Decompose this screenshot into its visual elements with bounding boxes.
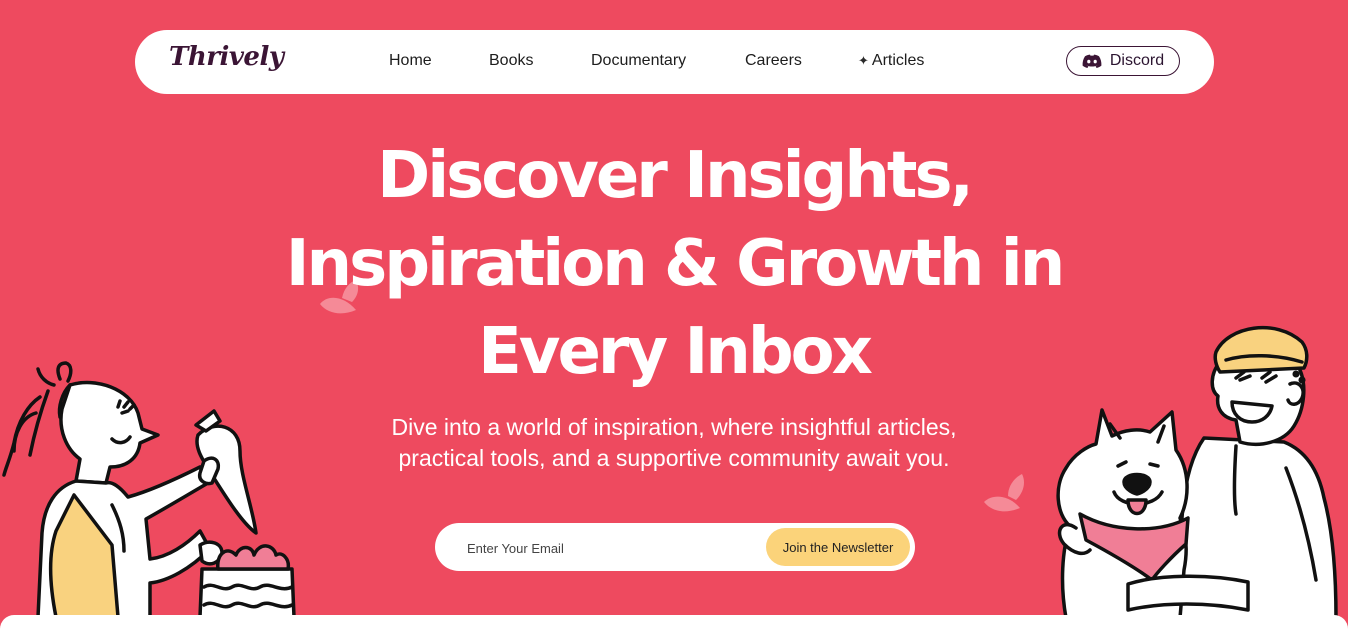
- newsletter-form: Join the Newsletter: [435, 523, 915, 571]
- join-newsletter-button[interactable]: Join the Newsletter: [766, 528, 910, 566]
- hero-subtitle: Dive into a world of inspiration, where …: [330, 412, 1018, 474]
- man-with-dog-illustration: [1056, 326, 1338, 618]
- nav-links: Home Books Documentary Careers ✦ Articles: [135, 30, 1214, 94]
- nav-item-documentary[interactable]: Documentary: [591, 52, 686, 70]
- petal-decoration-right: [984, 474, 1024, 512]
- nav-item-books[interactable]: Books: [489, 52, 533, 70]
- hero-subtitle-line-1: Dive into a world of inspiration, where …: [391, 414, 957, 440]
- hero-title-line-1: Discover Insights,: [377, 139, 974, 213]
- sparkle-icon: ✦: [858, 53, 869, 68]
- discord-label: Discord: [1109, 52, 1165, 69]
- content-section-top: [0, 615, 1348, 635]
- email-input[interactable]: [455, 531, 769, 565]
- hero-title-line-2: Inspiration & Growth in: [285, 227, 1066, 301]
- discord-button[interactable]: Discord: [1066, 46, 1180, 76]
- nav-item-articles-label: Articles: [871, 52, 925, 69]
- hero-title-line-3: Every Inbox: [478, 315, 873, 389]
- nav-item-articles[interactable]: ✦ Articles: [858, 52, 924, 70]
- baker-illustration: [2, 361, 296, 617]
- nav-item-careers[interactable]: Careers: [745, 52, 802, 70]
- hero-subtitle-line-2: practical tools, and a supportive commun…: [398, 445, 950, 471]
- nav-item-home[interactable]: Home: [389, 52, 432, 70]
- discord-icon: [1082, 54, 1102, 68]
- top-navbar: Thrively Home Books Documentary Careers …: [135, 30, 1214, 94]
